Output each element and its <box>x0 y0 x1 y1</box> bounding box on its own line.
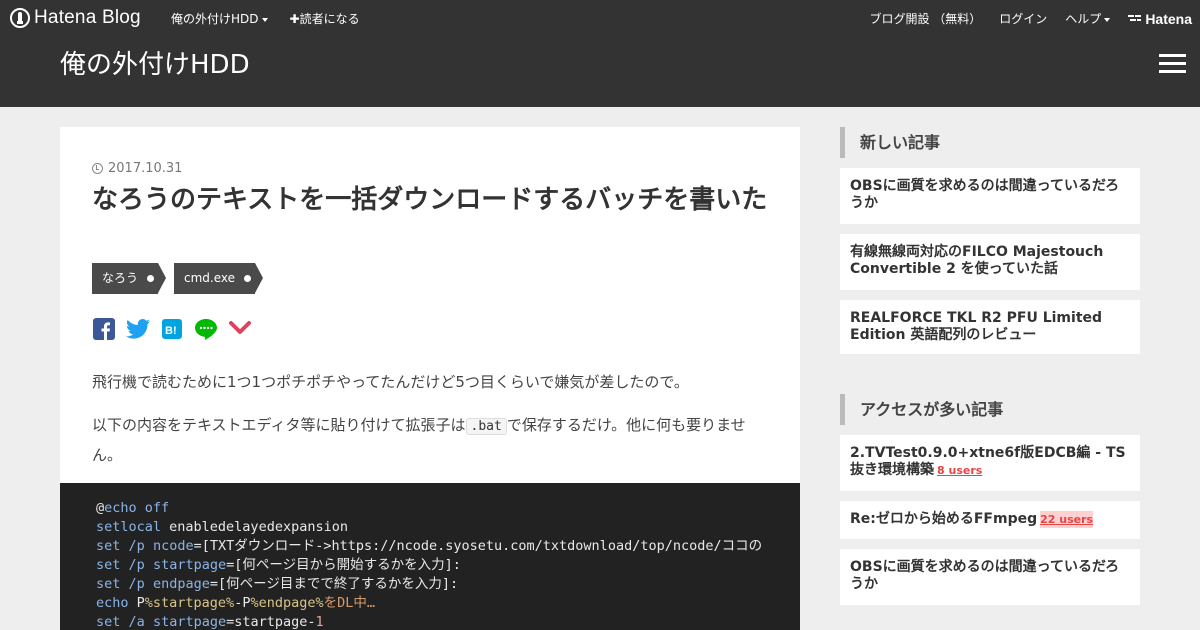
code-line: echo P%startpage%-P%endpage%をDL中… <box>96 595 375 611</box>
code-line: set /p startpage=[何ページ目から開始するかを入力]: <box>96 557 461 573</box>
popular-entry-title: 2.TVTest0.9.0+xtne6f版EDCB編 - TS抜き環境構築 <box>850 445 1126 478</box>
code-line: set /a startpage=startpage-1 <box>96 614 324 630</box>
hamburger-line <box>1159 54 1186 57</box>
line-icon[interactable] <box>194 317 218 341</box>
blog-header: Hatena Blog 俺の外付けHDD ✚読者になる ブログ開設 （無料） ロ… <box>0 0 1200 107</box>
hatena-dots-icon <box>1128 14 1142 21</box>
chevron-down-icon <box>261 17 268 22</box>
help-menu[interactable]: ヘルプ <box>1065 10 1111 27</box>
entry-date[interactable]: 2017.10.31 <box>92 161 182 176</box>
paragraph-text: 以下の内容をテキストエディタ等に貼り付けて拡張子は <box>92 416 466 434</box>
code-line: setlocal enabledelayedexpansion <box>96 519 348 535</box>
start-blog-link[interactable]: ブログ開設 （無料） <box>869 10 981 27</box>
recent-entry-link[interactable]: REALFORCE TKL R2 PFU Limited Edition 英語配… <box>840 300 1140 354</box>
category-tag[interactable]: なろう <box>92 263 167 294</box>
chevron-down-icon <box>1104 17 1111 22</box>
popular-entry[interactable]: 2.TVTest0.9.0+xtne6f版EDCB編 - TS抜き環境構築 8 u… <box>840 435 1140 491</box>
bookmark-users-badge[interactable]: 22 users <box>1040 511 1094 528</box>
share-buttons: B! <box>92 317 252 341</box>
svg-text:B!: B! <box>165 325 177 337</box>
hatena-logo[interactable]: Hatena <box>1128 11 1192 27</box>
pocket-icon[interactable] <box>228 317 252 341</box>
recent-entry-link[interactable]: 有線無線両対応のFILCO Majestouch Convertible 2 を… <box>840 234 1140 290</box>
recent-entries-heading: 新しい記事 <box>840 127 1140 158</box>
bookmark-users-badge[interactable]: 8 users <box>937 462 982 479</box>
logo-text: Hatena Blog <box>34 7 141 28</box>
code-line: @echo off <box>96 500 170 516</box>
popular-entry-title: Re:ゼロから始めるFFmpeg <box>850 511 1038 527</box>
hatena-bookmark-icon[interactable]: B! <box>160 317 184 341</box>
inline-code: .bat <box>465 418 507 435</box>
clock-icon <box>92 163 103 174</box>
nav-right: ブログ開設 （無料） ログイン ヘルプ Hatena <box>869 10 1192 27</box>
popular-entry[interactable]: OBSに画質を求めるのは間違っているだろうか <box>840 549 1140 605</box>
help-menu-label: ヘルプ <box>1065 12 1102 26</box>
popular-entry[interactable]: Re:ゼロから始めるFFmpeg 22 users <box>840 501 1140 539</box>
sidebar: 新しい記事 OBSに画質を求めるのは間違っているだろうか 有線無線両対応のFIL… <box>840 127 1140 615</box>
code-line: set /p ncode=[TXTダウンロード->https://ncode.s… <box>96 538 763 554</box>
hamburger-line <box>1159 70 1186 73</box>
hamburger-line <box>1159 62 1186 65</box>
facebook-icon[interactable] <box>92 317 116 341</box>
login-link[interactable]: ログイン <box>999 10 1047 27</box>
popular-entries-heading: アクセスが多い記事 <box>840 394 1140 425</box>
entry-date-text: 2017.10.31 <box>108 161 183 176</box>
nav-blog-menu[interactable]: 俺の外付けHDD <box>171 10 268 27</box>
nav-left: 俺の外付けHDD ✚読者になる <box>171 10 360 27</box>
article: 2017.10.31 なろうのテキストを一括ダウンロードするバッチを書いた なろ… <box>60 127 800 630</box>
hamburger-menu-icon[interactable] <box>1159 54 1186 74</box>
entry-categories: なろう cmd.exe <box>92 263 264 294</box>
category-tag[interactable]: cmd.exe <box>174 263 264 294</box>
blog-title[interactable]: 俺の外付けHDD <box>60 44 250 81</box>
subscribe-button[interactable]: ✚読者になる <box>290 10 360 27</box>
global-topbar: Hatena Blog 俺の外付けHDD ✚読者になる ブログ開設 （無料） ロ… <box>0 0 1200 36</box>
code-line: set /p endpage=[何ページ目までで終了するかを入力]: <box>96 576 459 592</box>
entry-title[interactable]: なろうのテキストを一括ダウンロードするバッチを書いた <box>92 185 772 216</box>
nav-blog-menu-label: 俺の外付けHDD <box>171 12 259 26</box>
recent-entry-link[interactable]: OBSに画質を求めるのは間違っているだろうか <box>840 168 1140 224</box>
hatena-label: Hatena <box>1145 10 1192 27</box>
hatena-blog-logo-icon <box>10 8 30 28</box>
popular-entry-title: OBSに画質を求めるのは間違っているだろうか <box>850 559 1120 592</box>
hatena-blog-logo[interactable]: Hatena Blog <box>10 7 141 29</box>
entry-paragraph: 飛行機で読むために1つ1つポチポチやってたんだけど5つ目くらいで嫌気が差したので… <box>92 373 689 391</box>
entry-paragraph: 以下の内容をテキストエディタ等に貼り付けて拡張子は .bat で保存するだけ。他に何… <box>92 411 772 469</box>
code-block[interactable]: @echo off setlocal enabledelayedexpansion… <box>60 483 800 630</box>
twitter-icon[interactable] <box>126 317 150 341</box>
